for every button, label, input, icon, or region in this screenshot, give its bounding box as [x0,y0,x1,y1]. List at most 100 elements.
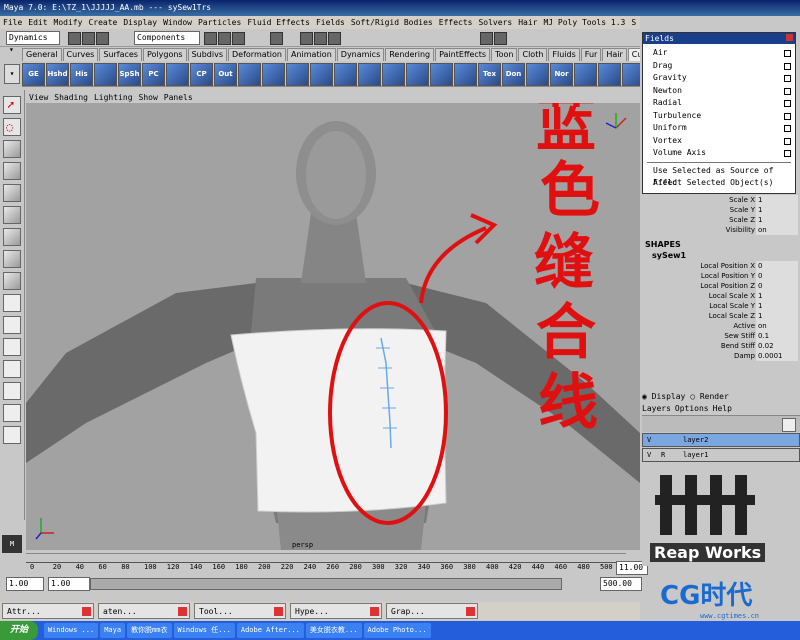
tab-curves[interactable]: Curves [62,48,99,61]
attribute-value[interactable]: 1 [756,291,798,301]
close-icon[interactable] [466,607,475,616]
fields-menu-item[interactable]: Turbulence [643,110,795,123]
shelf-tool-icon[interactable] [382,63,405,86]
four-pane-icon[interactable] [3,316,21,334]
fields-menu-item[interactable]: Radial [643,97,795,110]
menu-item-modify[interactable]: Modify [54,18,83,27]
attribute-value[interactable]: on [756,225,798,235]
fields-menu-item[interactable]: Uniform [643,122,795,135]
graph-pane-icon[interactable] [3,382,21,400]
shelf-tool-icon[interactable]: CP [190,63,213,86]
render-pane-icon[interactable] [3,426,21,444]
shelf-tool-icon[interactable]: Hshd [46,63,69,86]
layer-row[interactable]: Vlayer2 [642,433,800,447]
shelf-tool-icon[interactable] [574,63,597,86]
attribute-value[interactable]: 0 [756,281,798,291]
shelf-tool-icon[interactable] [598,63,621,86]
shelf-tool-icon[interactable] [358,63,381,86]
fields-close-icon[interactable] [786,34,793,41]
shelf-tool-icon[interactable]: His [70,63,93,86]
attribute-value[interactable]: 1 [756,301,798,311]
shelf-tool-icon[interactable] [94,63,117,86]
panel-menu-view[interactable]: View [29,93,48,102]
layout-icon[interactable] [480,32,493,45]
option-box-icon[interactable] [784,125,791,132]
history-icon[interactable] [270,32,283,45]
render-label[interactable]: Render [700,392,729,401]
tab-fur[interactable]: Fur [580,48,602,61]
shelf-tool-icon[interactable] [406,63,429,86]
tab-custom[interactable]: Custom [627,48,640,61]
shelf-menu-icon[interactable]: ▾ [4,64,20,84]
option-box-icon[interactable] [784,150,791,157]
menu-item-soft-rigid-bodies[interactable]: Soft/Rigid Bodies [351,18,433,27]
menu-item-window[interactable]: Window [163,18,192,27]
save-scene-icon[interactable] [96,32,109,45]
last-tool-icon[interactable] [3,272,21,290]
attribute-value[interactable]: 1 [756,215,798,225]
close-icon[interactable] [178,607,187,616]
close-icon[interactable] [274,607,283,616]
panel-menu-panels[interactable]: Panels [164,93,193,102]
layer-visibility-toggle[interactable]: V [647,449,651,461]
tab-painteffects[interactable]: PaintEffects [435,48,491,61]
fields-menu-item[interactable]: Volume Axis [643,147,795,160]
viewport[interactable]: persp 蓝 色 缝 合 线 [26,103,640,550]
close-icon[interactable] [82,607,91,616]
new-layer-icon[interactable] [782,418,796,432]
render-icon[interactable] [300,32,313,45]
taskbar-item[interactable]: Maya [100,623,126,638]
shelf-tool-icon[interactable]: Out [214,63,237,86]
menu-item-create[interactable]: Create [88,18,117,27]
shelf-tool-icon[interactable] [334,63,357,86]
select-tool-icon[interactable]: ➚ [3,96,21,114]
lasso-tool-icon[interactable]: ◌ [3,118,21,136]
shelf-tool-icon[interactable] [310,63,333,86]
attribute-value[interactable]: on [756,321,798,331]
scale-tool-icon[interactable] [3,206,21,224]
outliner-pane-icon[interactable] [3,360,21,378]
fields-menu-item[interactable]: Newton [643,85,795,98]
soft-mod-icon[interactable] [3,250,21,268]
menu-item-hair[interactable]: Hair [518,18,537,27]
taskbar-item[interactable]: Adobe Photo... [363,623,431,638]
taskbar-item[interactable]: Windows 任... [173,623,235,638]
menu-item-display[interactable]: Display [123,18,157,27]
hypershade-pane-icon[interactable] [3,404,21,422]
option-box-icon[interactable] [784,87,791,95]
attribute-value[interactable]: 1 [756,205,798,215]
fields-menu-item[interactable]: Gravity [643,72,795,85]
open-scene-icon[interactable] [82,32,95,45]
shelf-tool-icon[interactable] [454,63,477,86]
menu-item-effects[interactable]: Effects [439,18,473,27]
menu-item-solvers[interactable]: Solvers [478,18,512,27]
fields-menu-action[interactable]: Use Selected as Source of Field [643,165,795,188]
ipr-render-icon[interactable] [314,32,327,45]
option-box-icon[interactable] [784,75,791,82]
layer-menu-layers[interactable]: Layers [642,404,671,413]
layer-menu-options[interactable]: Options [675,404,709,413]
fields-menu-item[interactable]: Vortex [643,135,795,148]
render-globals-icon[interactable] [328,32,341,45]
layer-row[interactable]: V Rlayer1 [642,448,800,462]
tab-surfaces[interactable]: Surfaces [99,48,142,61]
display-label[interactable]: Display [652,392,686,401]
playback-start-field[interactable]: 1.00 [48,577,90,591]
attribute-value[interactable]: 0.02 [756,341,798,351]
paint-select-icon[interactable] [3,140,21,158]
close-icon[interactable] [370,607,379,616]
layer-menu-help[interactable]: Help [713,404,732,413]
menu-item-s[interactable]: S [631,18,636,27]
option-box-icon[interactable] [784,100,791,107]
tab-deformation[interactable]: Deformation [228,48,286,61]
shelf-tool-icon[interactable]: Don [502,63,525,86]
move-tool-icon[interactable] [3,162,21,180]
tab-rendering[interactable]: Rendering [385,48,435,61]
shelf-tool-icon[interactable] [622,63,640,86]
minimized-window[interactable]: Tool... [194,603,286,619]
two-pane-icon[interactable] [3,338,21,356]
shelf-tool-icon[interactable] [238,63,261,86]
attribute-value[interactable]: 0.1 [756,331,798,341]
start-button[interactable]: 开始 [0,621,39,640]
shelf-tool-icon[interactable] [262,63,285,86]
